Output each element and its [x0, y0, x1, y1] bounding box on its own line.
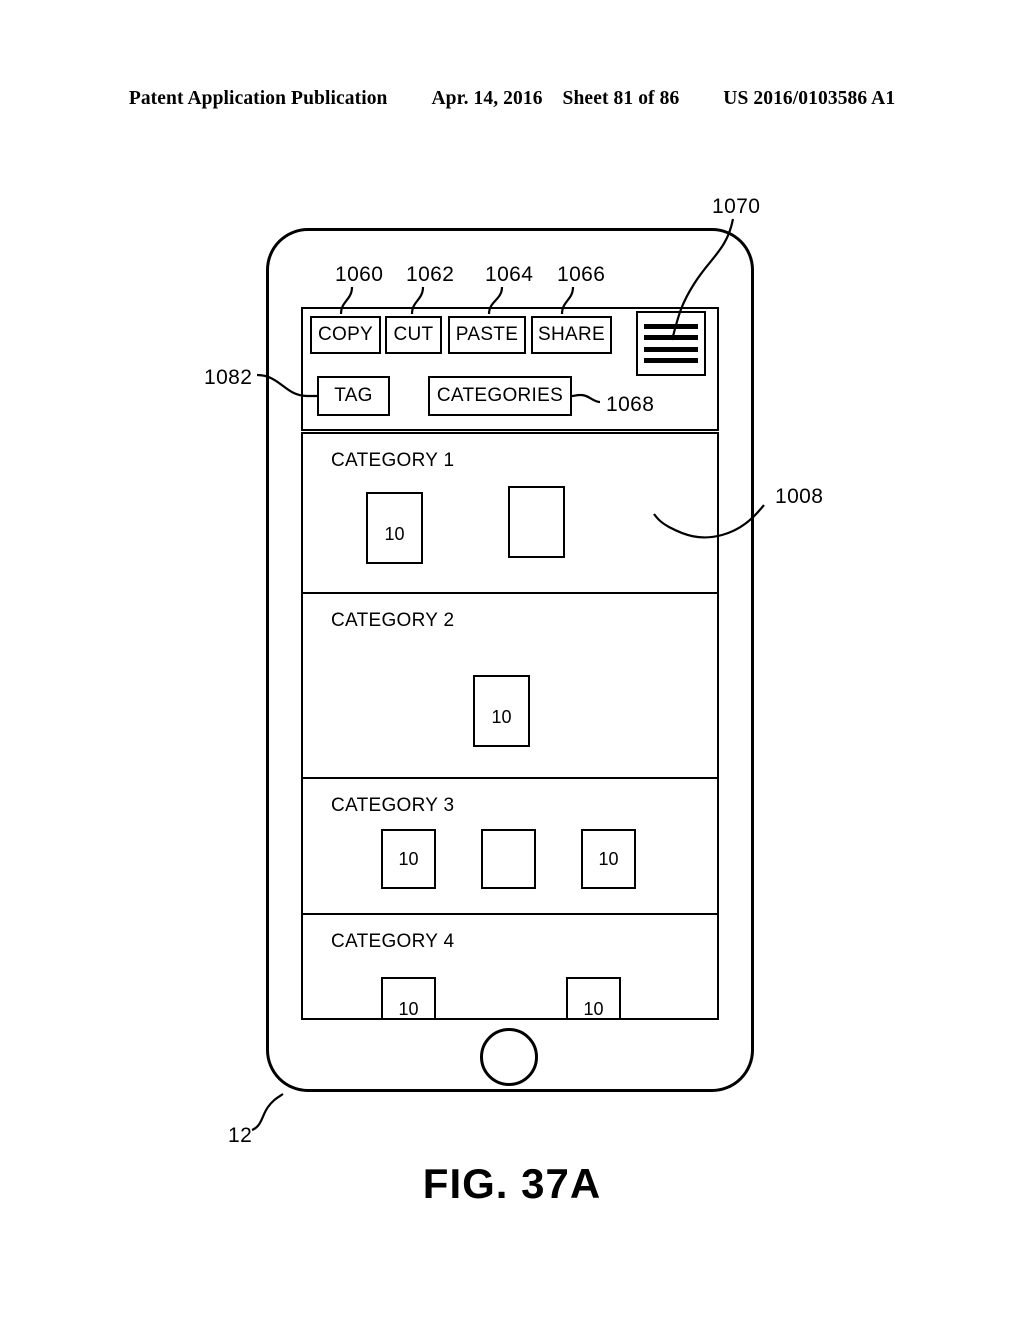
category-title-3: CATEGORY 3 — [331, 795, 455, 816]
item-label-3-3: 10 — [598, 849, 619, 869]
item-box-3-2[interactable] — [481, 829, 536, 889]
share-button[interactable]: SHARE — [531, 316, 612, 354]
category-title-1: CATEGORY 1 — [331, 450, 455, 471]
menu-bar-1 — [644, 324, 698, 330]
ref-1066: 1066 — [557, 263, 606, 286]
ref-1070: 1070 — [712, 195, 761, 218]
home-button[interactable] — [480, 1028, 538, 1086]
category-list: CATEGORY 1 10 CATEGORY 2 10 CATEGORY 3 1… — [301, 432, 719, 1020]
item-box-1-2[interactable] — [508, 486, 565, 558]
item-label-1-1: 10 — [384, 524, 405, 544]
cut-button[interactable]: CUT — [385, 316, 442, 354]
copy-button[interactable]: COPY — [310, 316, 381, 354]
category-row-2[interactable]: CATEGORY 2 10 — [303, 594, 717, 779]
category-row-4[interactable]: CATEGORY 4 10 10 — [303, 915, 717, 1019]
ref-12: 12 — [228, 1124, 253, 1147]
patent-number: US 2016/0103586 A1 — [723, 88, 896, 109]
menu-bar-2 — [644, 335, 698, 341]
categories-button[interactable]: CATEGORIES — [428, 376, 572, 416]
item-box-4-2[interactable]: 10 — [566, 977, 621, 1019]
ref-1082: 1082 — [204, 366, 253, 389]
menu-bar-3 — [644, 346, 698, 352]
ref-1062: 1062 — [406, 263, 455, 286]
item-label-2-1: 10 — [491, 707, 512, 727]
category-row-1[interactable]: CATEGORY 1 10 — [303, 434, 717, 594]
item-box-2-1[interactable]: 10 — [473, 675, 530, 747]
tag-button[interactable]: TAG — [317, 376, 390, 416]
ref-1068: 1068 — [606, 393, 655, 416]
ref-1008: 1008 — [775, 485, 824, 508]
item-box-1-1[interactable]: 10 — [366, 492, 423, 564]
publication-date: Apr. 14, 2016 — [431, 88, 543, 109]
item-box-4-1[interactable]: 10 — [381, 977, 436, 1019]
paste-button[interactable]: PASTE — [448, 316, 526, 354]
item-label-3-1: 10 — [398, 849, 419, 869]
figure-caption: FIG. 37A — [422, 1160, 602, 1207]
hamburger-menu-icon[interactable] — [636, 311, 706, 376]
sheet-number: Sheet 81 of 86 — [562, 88, 680, 109]
category-title-4: CATEGORY 4 — [331, 931, 455, 952]
ref-1060: 1060 — [335, 263, 384, 286]
publication-header: Patent Application Publication Apr. 14, … — [0, 88, 1024, 110]
category-row-3[interactable]: CATEGORY 3 10 10 — [303, 779, 717, 915]
ref-1064: 1064 — [485, 263, 534, 286]
item-box-3-1[interactable]: 10 — [381, 829, 436, 889]
publication-title: Patent Application Publication — [128, 88, 388, 109]
item-label-4-1: 10 — [398, 999, 419, 1019]
category-title-2: CATEGORY 2 — [331, 610, 455, 631]
item-box-3-3[interactable]: 10 — [581, 829, 636, 889]
item-label-4-2: 10 — [583, 999, 604, 1019]
menu-bar-4 — [644, 357, 698, 363]
